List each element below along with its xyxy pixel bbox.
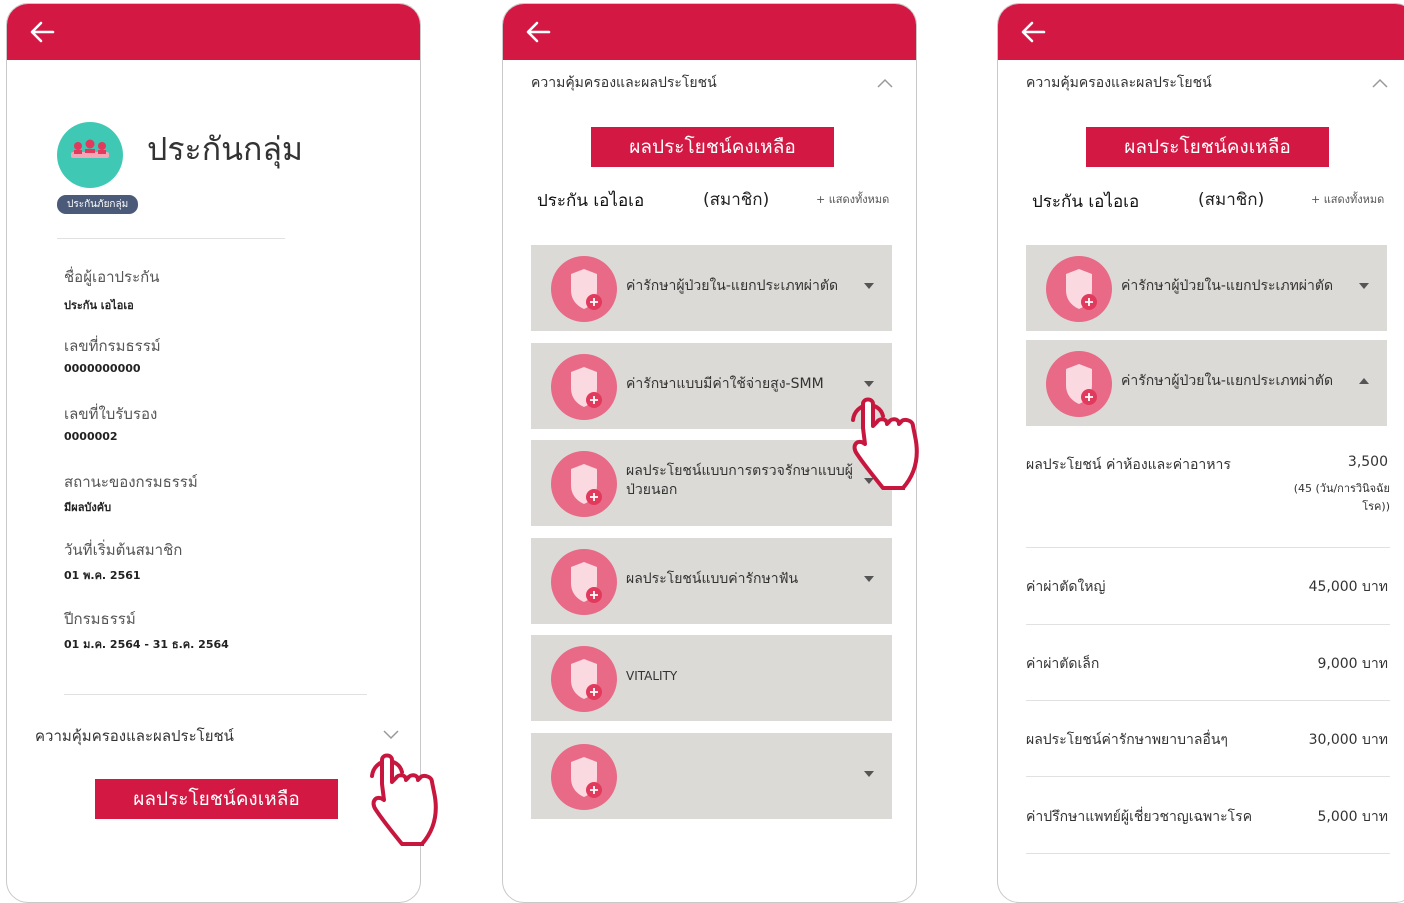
back-arrow-icon[interactable] [29, 20, 55, 44]
show-all-link[interactable]: + แสดงทั้งหมด [1311, 190, 1384, 208]
product-title: ประกันกลุ่ม [147, 130, 304, 168]
section-title[interactable]: ความคุ้มครองและผลประโยชน์ [531, 72, 717, 94]
divider [1026, 700, 1390, 701]
benefit-card-title: ค่ารักษาผู้ป่วยใน-แยกประเภทผ่าตัด [1121, 278, 1334, 294]
benefit-row-label: ผลประโยชน์ ค่าห้องและค่าอาหาร [1026, 457, 1231, 473]
benefit-row-value: 9,000 บาท [1317, 656, 1388, 672]
benefit-row-label: ค่าผ่าตัดเล็ก [1026, 656, 1100, 672]
remaining-benefit-button[interactable]: ผลประโยชน์คงเหลือ [1086, 127, 1329, 167]
divider [1026, 547, 1390, 548]
top-bar [998, 4, 1404, 60]
field-value: มีผลบังคับ [64, 501, 112, 514]
divider [57, 238, 285, 239]
screen-policy-detail: ประกันกลุ่ม ประกันภัยกลุ่ม ชื่อผู้เอาประ… [6, 3, 421, 903]
group-people-icon [57, 122, 123, 188]
benefit-card[interactable]: ผลประโยชน์แบบการตรวจรักษาแบบผู้ป่วยนอก [531, 440, 892, 526]
field-label: เลขที่ใบรับรอง [64, 405, 158, 423]
benefit-card-expanded[interactable]: ค่ารักษาผู้ป่วยใน-แยกประเภทผ่าตัด [1026, 340, 1387, 426]
section-title[interactable]: ความคุ้มครองและผลประโยชน์ [1026, 72, 1212, 94]
section-title[interactable]: ความคุ้มครองและผลประโยชน์ [35, 724, 234, 748]
field-value: 01 พ.ค. 2561 [64, 569, 141, 582]
benefit-row-value: 45,000 บาท [1308, 579, 1388, 595]
product-badge: ประกันภัยกลุ่ม [57, 195, 139, 214]
divider [1026, 776, 1390, 777]
divider [1026, 853, 1390, 854]
field-label: ปีกรมธรรม์ [64, 610, 136, 628]
field-label: ชื่อผู้เอาประกัน [64, 268, 160, 286]
chevron-down-icon[interactable] [864, 771, 874, 777]
divider [1026, 624, 1390, 625]
benefit-card-title: ค่ารักษาแบบมีค่าใช้จ่ายสูง-SMM [626, 376, 824, 392]
benefit-card[interactable] [531, 733, 892, 819]
benefit-card[interactable]: ค่ารักษาแบบมีค่าใช้จ่ายสูง-SMM [531, 343, 892, 429]
field-value: ประกัน เอไอเอ [64, 299, 134, 312]
benefit-row-note: (45 (วัน/การวินิจฉัยโรค)) [1293, 482, 1390, 513]
chevron-up-icon[interactable] [877, 78, 893, 88]
chevron-down-icon[interactable] [864, 381, 874, 387]
member-role: (สมาชิก) [1198, 190, 1265, 210]
benefit-row-value: 5,000 บาท [1317, 809, 1388, 825]
chevron-down-icon[interactable] [864, 283, 874, 289]
shield-plus-icon [551, 354, 617, 420]
field-value: 0000002 [64, 430, 118, 443]
chevron-up-icon[interactable] [1372, 78, 1388, 88]
shield-plus-icon [551, 451, 617, 517]
shield-plus-icon [1046, 256, 1112, 322]
benefit-card[interactable]: ค่ารักษาผู้ป่วยใน-แยกประเภทผ่าตัด [531, 245, 892, 331]
back-arrow-icon[interactable] [1020, 20, 1046, 44]
field-label: วันที่เริ่มต้นสมาชิก [64, 541, 183, 559]
shield-plus-icon [551, 646, 617, 712]
benefit-row-label: ค่าปรึกษาแพทย์ผู้เชี่ยวชาญเฉพาะโรค [1026, 809, 1253, 825]
member-role: (สมาชิก) [703, 190, 770, 210]
benefit-card[interactable]: VITALITY [531, 635, 892, 721]
show-all-link[interactable]: + แสดงทั้งหมด [816, 190, 889, 208]
benefit-card-title: ผลประโยชน์แบบการตรวจรักษาแบบผู้ป่วยนอก [626, 463, 853, 498]
divider [64, 694, 367, 695]
shield-plus-icon [551, 744, 617, 810]
field-value: 01 ม.ค. 2564 - 31 ธ.ค. 2564 [64, 638, 229, 651]
screen-benefit-expanded: ความคุ้มครองและผลประโยชน์ ผลประโยชน์คงเห… [997, 3, 1404, 903]
shield-plus-icon [551, 256, 617, 322]
field-label: เลขที่กรมธรรม์ [64, 337, 161, 355]
benefit-card-title: ผลประโยชน์แบบค่ารักษาฟัน [626, 571, 799, 587]
chevron-up-icon[interactable] [1359, 378, 1369, 384]
shield-plus-icon [1046, 351, 1112, 417]
member-name: ประกัน เอไอเอ [1032, 192, 1140, 212]
chevron-down-icon[interactable] [383, 730, 399, 740]
field-value: 0000000000 [64, 362, 141, 375]
back-arrow-icon[interactable] [525, 20, 551, 44]
benefit-card-title: VITALITY [626, 669, 678, 683]
shield-plus-icon [551, 549, 617, 615]
remaining-benefit-button[interactable]: ผลประโยชน์คงเหลือ [591, 127, 834, 167]
benefit-card-title: ค่ารักษาผู้ป่วยใน-แยกประเภทผ่าตัด [626, 278, 839, 294]
benefit-row-label: ค่าผ่าตัดใหญ่ [1026, 579, 1106, 595]
benefit-card-title: ค่ารักษาผู้ป่วยใน-แยกประเภทผ่าตัด [1121, 373, 1334, 389]
benefit-card[interactable]: ผลประโยชน์แบบค่ารักษาฟัน [531, 538, 892, 624]
chevron-down-icon[interactable] [1359, 283, 1369, 289]
top-bar [7, 4, 420, 60]
benefit-card[interactable]: ค่ารักษาผู้ป่วยใน-แยกประเภทผ่าตัด [1026, 245, 1387, 331]
benefit-row-value: 30,000 บาท [1308, 732, 1388, 748]
member-name: ประกัน เอไอเอ [537, 191, 645, 211]
top-bar [503, 4, 916, 60]
tap-hand-icon [370, 753, 438, 846]
benefit-row-value: 3,500 [1347, 454, 1388, 470]
remaining-benefit-button[interactable]: ผลประโยชน์คงเหลือ [95, 779, 338, 819]
field-label: สถานะของกรมธรรม์ [64, 473, 198, 491]
tap-hand-icon [851, 397, 919, 490]
benefit-row-label: ผลประโยชน์ค่ารักษาพยาบาลอื่นๆ [1026, 732, 1228, 748]
chevron-down-icon[interactable] [864, 576, 874, 582]
